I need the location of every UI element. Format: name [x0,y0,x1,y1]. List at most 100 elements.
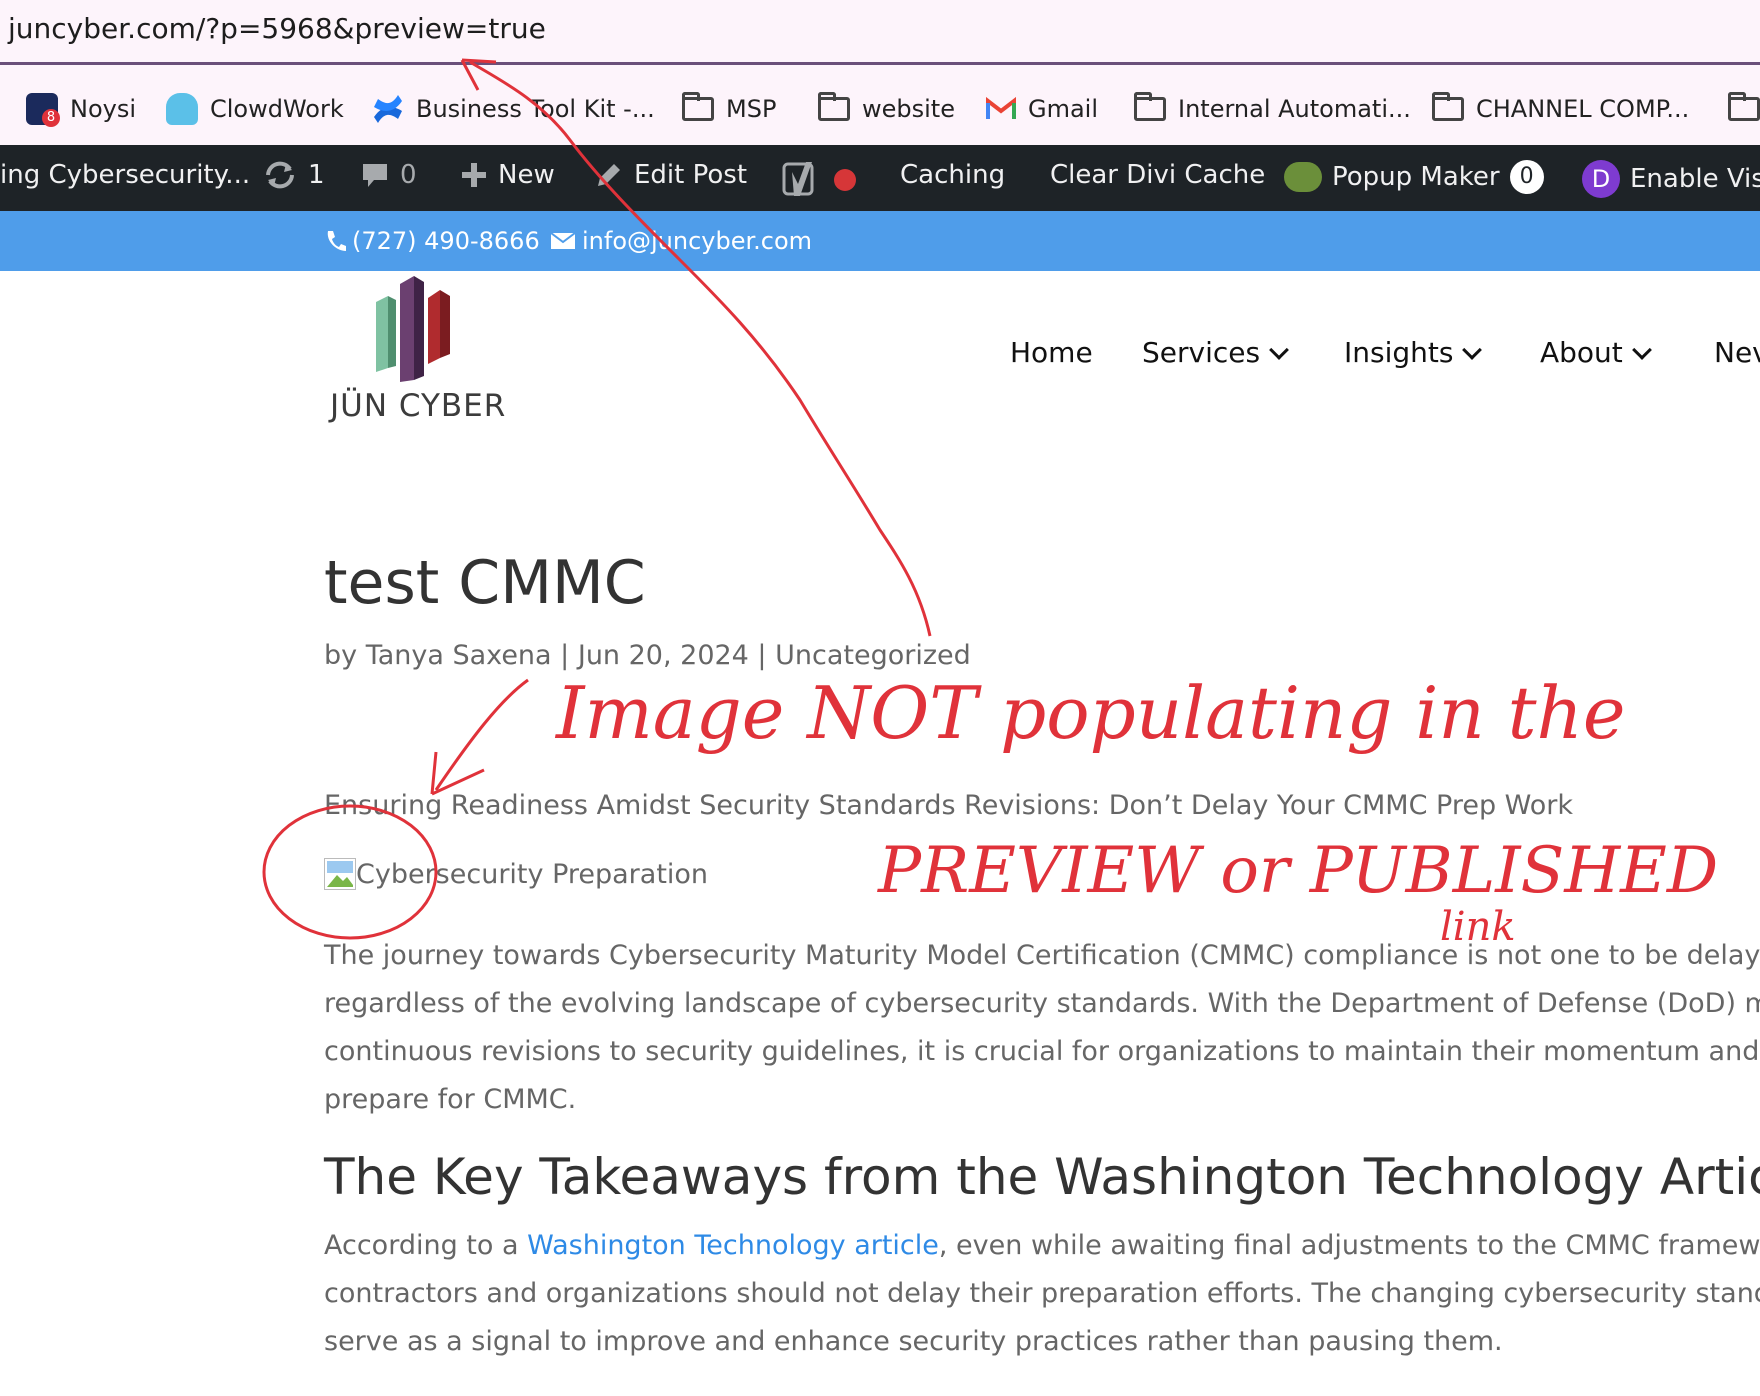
paragraph-line: continuous revisions to security guideli… [324,1036,1760,1067]
phone-icon [327,231,346,251]
admin-edit-post[interactable]: Edit Post [594,160,747,190]
enable-visual-label: Enable Vis [1630,164,1760,194]
folder-icon [1134,92,1166,121]
popup-maker-icon [1284,162,1322,192]
url-text[interactable]: juncyber.com/?p=5968&preview=true [8,12,546,45]
paragraph-line: regardless of the evolving landscape of … [324,988,1760,1019]
caching-label: Caching [900,160,1006,190]
bookmark-label: Business Tool Kit -... [416,95,655,123]
paragraph-line: contractors and organizations should not… [324,1278,1760,1309]
annotation-text-line2: PREVIEW or PUBLISHED [877,834,1718,908]
bookmark-label: CHANNEL COMP... [1476,95,1690,123]
bookmark-channel-comp[interactable]: CHANNEL COMP... [1432,91,1689,127]
admin-comments[interactable]: 0 [360,160,417,190]
nav-label: Nev [1714,336,1760,369]
paragraph-line: serve as a signal to improve and enhance… [324,1326,1503,1357]
nav-about[interactable]: About [1540,336,1652,369]
post-meta: by Tanya Saxena | Jun 20, 2024 | Uncateg… [324,640,971,671]
bookmark-clowdwork[interactable]: ClowdWork [166,91,344,127]
bookmark-label: Internal Automati... [1178,95,1411,123]
site-name-label: ing Cybersecurity... [0,160,251,190]
gmail-icon [986,97,1016,119]
nav-home[interactable]: Home [1010,336,1093,369]
nav-label: About [1540,336,1623,369]
folder-icon [682,92,714,121]
plus-icon [462,163,486,187]
email-address: info@juncyber.com [582,227,813,255]
folder-icon [1728,92,1760,121]
nav-label: Services [1142,336,1261,369]
phone-number: (727) 490-8666 [352,227,540,255]
mail-icon [550,232,576,249]
post-subtitle: Ensuring Readiness Amidst Security Stand… [324,790,1574,821]
nav-insights[interactable]: Insights [1344,336,1483,369]
bookmark-internal-automation[interactable]: Internal Automati... [1134,91,1411,127]
bookmark-label: Gmail [1028,95,1099,123]
admin-updates[interactable]: 1 [262,160,325,190]
broken-image: Cybersecurity Preparation [324,858,708,890]
bookmark-msp[interactable]: MSP [682,91,776,127]
bookmark-gmail[interactable]: Gmail [986,91,1098,127]
new-label: New [498,160,555,190]
comment-icon [363,164,387,187]
noysi-icon: 8 [26,93,60,127]
bookmark-overflow-folder[interactable] [1728,91,1760,127]
wp-admin-bar: ing Cybersecurity... 1 0 New Edit Post C… [0,145,1760,211]
folder-icon [818,92,850,121]
chevron-down-icon [1269,339,1289,360]
status-dot-icon [834,169,856,191]
nav-label: Home [1010,336,1093,369]
paragraph-text: , even while awaiting final adjustments … [938,1230,1760,1261]
section-heading: The Key Takeaways from the Washington Te… [324,1148,1760,1206]
paragraph-line: prepare for CMMC. [324,1084,577,1115]
admin-caching[interactable]: Caching [900,160,1005,190]
updates-count: 1 [308,160,325,190]
chevron-down-icon [1631,339,1652,360]
clear-cache-label: Clear Divi Cache [1050,160,1266,190]
bookmark-label: website [862,95,955,123]
annotation-arrowhead-image [430,751,485,796]
bookmark-label: ClowdWork [210,95,344,123]
bookmark-label: Noysi [70,95,137,123]
chevron-down-icon [1462,339,1483,360]
nav-services[interactable]: Services [1142,336,1289,369]
bookmark-website[interactable]: website [818,91,955,127]
contact-email[interactable]: info@juncyber.com [550,227,812,255]
bookmark-noysi[interactable]: 8 Noysi [26,91,136,127]
bookmarks-bar: 8 Noysi ClowdWork Business Tool Kit -...… [0,65,1760,145]
clowdwork-icon [166,93,198,125]
admin-site-name[interactable]: ing Cybersecurity... [0,160,250,190]
refresh-icon [266,161,294,189]
comments-count: 0 [400,160,417,190]
divi-icon: D [1582,160,1620,198]
contact-phone[interactable]: (727) 490-8666 [324,227,540,255]
annotation-arrow-to-image [434,678,529,791]
edit-post-label: Edit Post [634,160,748,190]
yoast-icon [782,162,814,196]
paragraph-line: According to a Washington Technology art… [324,1230,1760,1261]
bookmark-business-tool-kit[interactable]: Business Tool Kit -... [372,91,655,127]
admin-popup-maker[interactable]: Popup Maker 0 [1284,160,1544,194]
logo-text: JÜN CYBER [330,388,507,424]
admin-enable-visual-builder[interactable]: D Enable Vis [1582,160,1760,198]
folder-icon [1432,92,1464,121]
washington-technology-link[interactable]: Washington Technology article [527,1230,939,1261]
nav-news[interactable]: Nev [1714,336,1760,369]
contact-bar: (727) 490-8666 info@juncyber.com [0,211,1760,271]
broken-image-icon [324,858,356,890]
popup-maker-count-badge: 0 [1509,160,1544,194]
admin-clear-divi-cache[interactable]: Clear Divi Cache [1050,160,1265,190]
paragraph-text: According to a [324,1230,528,1261]
annotation-text-line1: Image NOT populating in the [554,671,1626,755]
nav-label: Insights [1344,336,1454,369]
paragraph-line: The journey towards Cybersecurity Maturi… [324,940,1760,971]
admin-yoast[interactable] [782,160,856,200]
pencil-icon [598,164,620,186]
address-bar[interactable]: juncyber.com/?p=5968&preview=true [0,0,1760,65]
admin-new[interactable]: New [460,160,555,190]
popup-maker-label: Popup Maker [1332,162,1500,192]
confluence-icon [374,95,402,123]
image-alt-text: Cybersecurity Preparation [356,858,709,890]
post-title: test CMMC [324,548,646,618]
bookmark-label: MSP [726,95,777,123]
